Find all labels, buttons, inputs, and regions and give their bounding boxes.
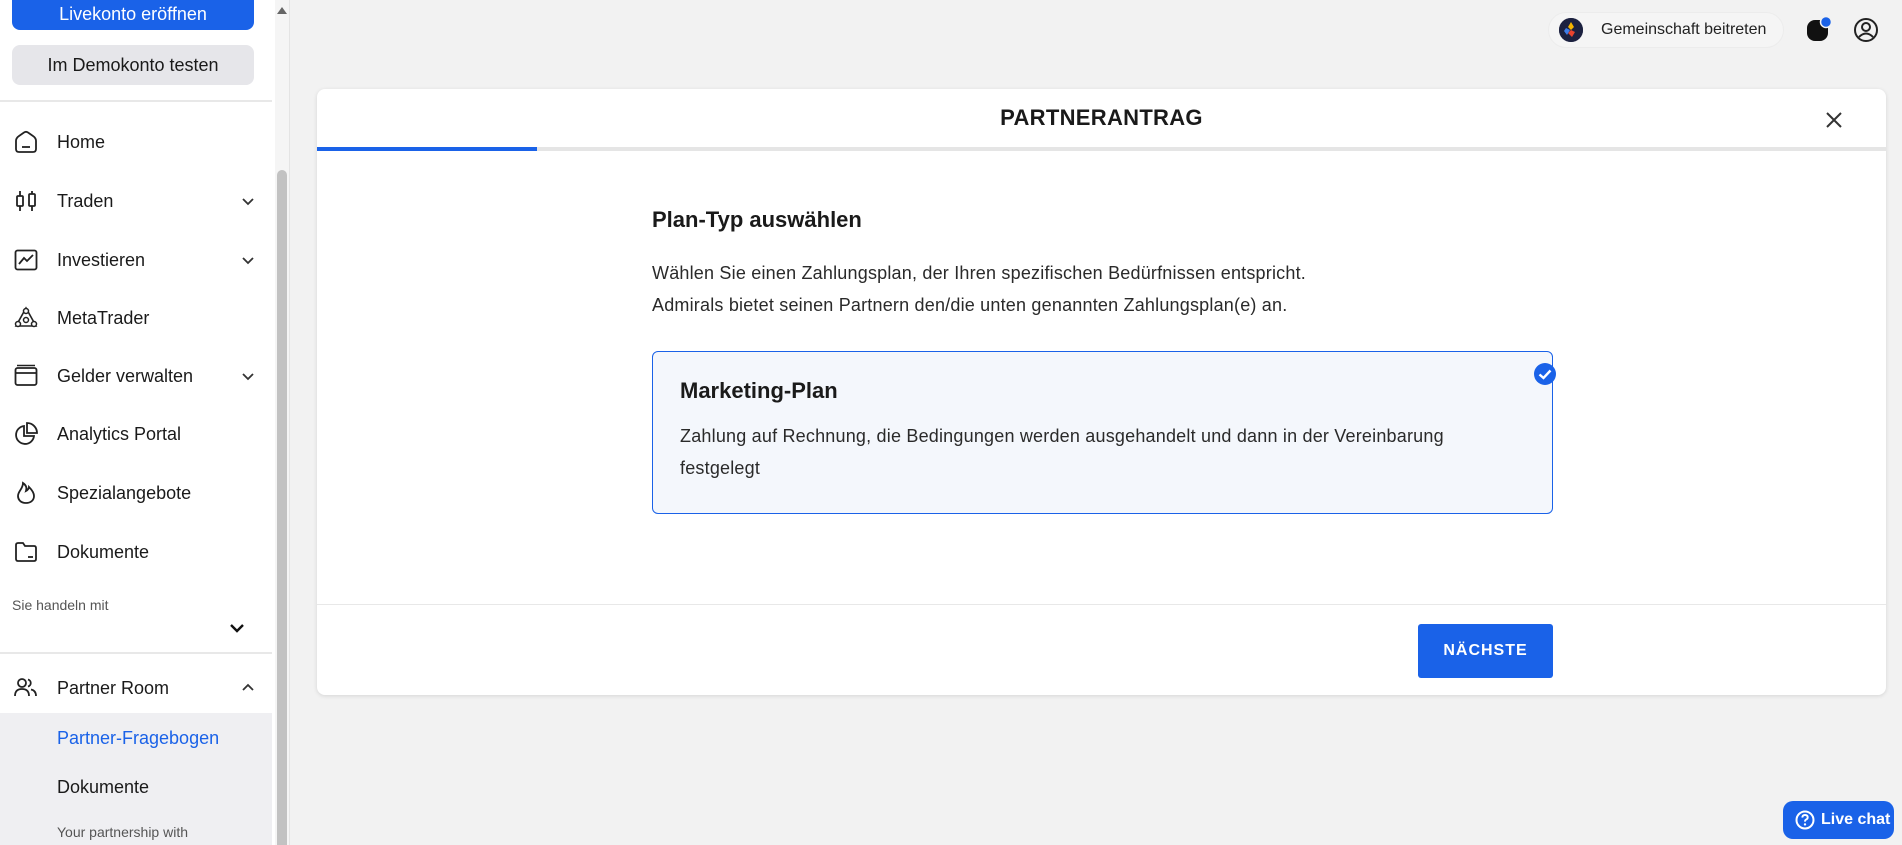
sidebar-item-label: Analytics Portal [57, 423, 182, 444]
sidebar-item-gelder-verwalten[interactable]: Gelder verwalten [0, 352, 272, 400]
chevron-down-icon [238, 366, 258, 386]
sidebar: Livekonto eröffnen Im Demokonto testen H… [0, 0, 290, 845]
join-community-label: Gemeinschaft beitreten [1601, 21, 1767, 38]
trading-with-dropdown-chevron-icon[interactable] [226, 617, 248, 639]
people-icon [12, 674, 40, 702]
sidebar-item-metatrader[interactable]: MetaTrader [0, 294, 272, 342]
modal-title: PARTNERANTRAG [1000, 105, 1203, 130]
chevron-up-icon [238, 678, 258, 698]
trading-with-label: Sie handeln mit [12, 597, 109, 613]
chart-line-icon [12, 246, 40, 274]
description-line-1: Wählen Sie einen Zahlungsplan, der Ihren… [652, 263, 1306, 283]
sidebar-item-investieren[interactable]: Investieren [0, 236, 272, 284]
join-community-button[interactable]: Gemeinschaft beitreten [1548, 12, 1784, 48]
profile-icon[interactable] [1852, 16, 1880, 44]
modal-footer-divider [317, 604, 1886, 605]
sidebar-item-label: Gelder verwalten [57, 365, 194, 386]
try-demo-account-button[interactable]: Im Demokonto testen [12, 45, 254, 85]
candlestick-icon [12, 187, 40, 215]
folder-icon [12, 538, 40, 566]
wallet-icon [12, 362, 40, 390]
scrollbar-thumb[interactable] [277, 170, 287, 845]
sidebar-item-label: Partner Room [57, 677, 170, 698]
sidebar-item-partner-room[interactable]: Partner Room [0, 664, 272, 712]
help-circle-icon [1795, 810, 1815, 830]
progress-bar [317, 147, 1886, 151]
description-line-2: Admirals bietet seinen Partnern den/die … [652, 295, 1288, 315]
section-title: Plan-Typ auswählen [652, 207, 862, 232]
flame-icon [12, 479, 40, 507]
progress-fill [317, 147, 537, 151]
plan-title: Marketing-Plan [680, 378, 838, 403]
sidebar-item-label: Spezialangebote [57, 482, 192, 503]
sidebar-item-home[interactable]: Home [0, 118, 272, 166]
next-button[interactable]: NÄCHSTE [1418, 624, 1553, 678]
partner-application-modal: PARTNERANTRAG Plan-Typ auswählen Wählen … [317, 89, 1886, 695]
chevron-down-icon [238, 191, 258, 211]
check-circle-icon [1533, 362, 1557, 386]
sidebar-item-label: Investieren [57, 249, 146, 270]
sidebar-divider [0, 100, 272, 102]
sidebar-item-traden[interactable]: Traden [0, 177, 272, 225]
chevron-down-icon [238, 250, 258, 270]
community-logo-icon [1559, 18, 1583, 42]
sidebar-subitem-partner-fragebogen[interactable]: Partner-Fragebogen [57, 728, 219, 749]
sidebar-subitem-dokumente[interactable]: Dokumente [57, 777, 149, 798]
plan-option-card[interactable]: Marketing-Plan Zahlung auf Rechnung, die… [652, 351, 1556, 514]
sidebar-item-analytics-portal[interactable]: Analytics Portal [0, 410, 272, 458]
sidebar-divider [0, 652, 272, 654]
partnership-text: Your partnership with [57, 824, 189, 840]
open-live-account-button[interactable]: Livekonto eröffnen [12, 0, 254, 30]
pie-chart-icon [12, 420, 40, 448]
home-icon [12, 128, 40, 156]
metatrader-icon [12, 304, 40, 332]
close-icon[interactable] [1821, 107, 1847, 133]
plan-description: Zahlung auf Rechnung, die Bedingungen we… [680, 426, 1444, 478]
sidebar-item-spezialangebote[interactable]: Spezialangebote [0, 469, 272, 517]
sidebar-item-dokumente[interactable]: Dokumente [0, 528, 272, 576]
sidebar-item-label: Dokumente [57, 541, 150, 562]
live-chat-label: Live chat [1821, 811, 1891, 828]
sidebar-item-label: MetaTrader [57, 307, 150, 328]
scroll-up-arrow-icon[interactable] [275, 2, 289, 18]
sidebar-item-label: Traden [57, 190, 114, 211]
sidebar-item-label: Home [57, 131, 106, 152]
live-chat-button[interactable]: Live chat [1783, 801, 1894, 839]
notification-icon[interactable] [1804, 15, 1833, 44]
